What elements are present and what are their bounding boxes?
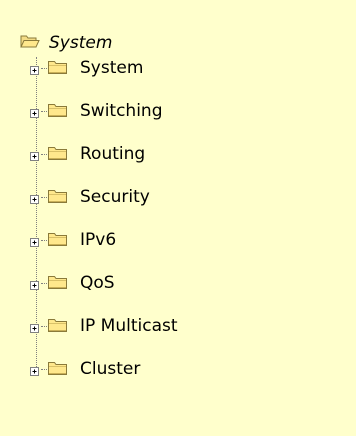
expand-plus-icon[interactable] [28, 62, 41, 75]
folder-icon [47, 187, 68, 208]
expand-plus-icon[interactable] [28, 320, 41, 333]
navigation-tree: System System Switching Routing Security IPv… [0, 0, 356, 436]
tree-item[interactable]: Security [28, 184, 150, 210]
tree-item-label: System [80, 57, 144, 78]
folder-icon [47, 58, 68, 79]
expand-plus-icon[interactable] [28, 191, 41, 204]
tree-item-label: Security [80, 186, 150, 207]
expand-plus-icon[interactable] [28, 105, 41, 118]
tree-item[interactable]: Cluster [28, 356, 140, 382]
tree-item-label: Switching [80, 100, 163, 121]
tree-item-label: IP Multicast [80, 315, 178, 336]
expand-plus-icon[interactable] [28, 363, 41, 376]
folder-open-icon [20, 33, 40, 53]
expand-plus-icon[interactable] [28, 277, 41, 290]
folder-icon [47, 230, 68, 251]
tree-item-label: IPv6 [80, 229, 117, 250]
folder-icon [47, 101, 68, 122]
tree-item[interactable]: QoS [28, 270, 115, 296]
tree-item[interactable]: IPv6 [28, 227, 116, 253]
tree-root[interactable]: System [20, 30, 112, 56]
folder-icon [47, 144, 68, 165]
expand-plus-icon[interactable] [28, 234, 41, 247]
tree-item[interactable]: IP Multicast [28, 313, 178, 339]
folder-icon [47, 316, 68, 337]
tree-item-label: QoS [80, 272, 115, 293]
expand-plus-icon[interactable] [28, 148, 41, 161]
folder-icon [47, 273, 68, 294]
folder-icon [47, 359, 68, 380]
tree-item[interactable]: Routing [28, 141, 145, 167]
tree-item-label: Routing [80, 143, 146, 164]
tree-item[interactable]: Switching [28, 98, 163, 124]
tree-root-label: System [49, 32, 113, 53]
tree-item[interactable]: System [28, 55, 143, 81]
tree-item-label: Cluster [80, 358, 141, 379]
